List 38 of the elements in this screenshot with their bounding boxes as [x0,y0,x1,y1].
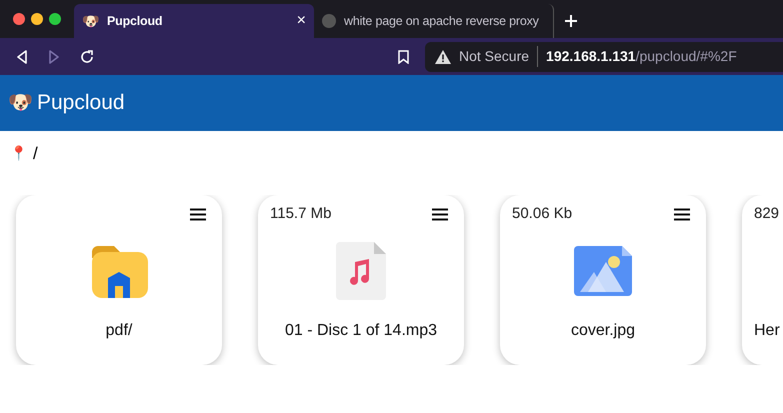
file-size: 115.7 Mb [270,204,332,224]
music-file-icon [336,242,386,300]
maximize-window-icon[interactable] [49,13,61,25]
file-card[interactable]: pdf/ [16,194,222,364]
menu-icon[interactable] [674,208,690,221]
new-tab-icon[interactable] [564,14,578,28]
close-tab-icon[interactable]: × [296,9,306,33]
file-name: cover.jpg [570,320,636,340]
pin-emoji: 📍 [10,144,27,164]
file-size: 829 [754,204,780,224]
back-icon[interactable] [16,50,28,64]
address-bar[interactable]: Not Secure 192.168.1.131/pupcloud/#%2F [425,42,783,72]
browser-tab[interactable]: 🐶 Pupcloud × [74,4,314,38]
file-name: 01 - Disc 1 of 14.mp3 [284,320,438,340]
logo-emoji: 🐶 [8,91,33,116]
reload-icon[interactable] [80,50,94,64]
bookmark-icon[interactable] [398,50,409,64]
file-card[interactable]: 829 Her [742,194,783,364]
tab-favicon: 🐶 [82,12,99,30]
file-size: 50.06 Kb [512,204,572,224]
app-title: Pupcloud [37,90,125,116]
security-label: Not Secure [459,46,538,67]
forward-icon[interactable] [48,50,60,64]
close-window-icon[interactable] [13,13,25,25]
file-card[interactable]: 50.06 Kb cover.jpg [500,194,706,364]
tab-title: Pupcloud [107,12,164,30]
breadcrumb-path[interactable]: / [33,141,38,166]
file-name: Her [754,320,781,340]
file-card[interactable]: 115.7 Mb 01 - Disc 1 of 14.mp3 [258,194,464,364]
image-file-icon [574,246,632,296]
file-name: pdf/ [104,320,134,340]
menu-icon[interactable] [190,208,206,221]
url-text: 192.168.1.131/pupcloud/#%2F [546,47,737,66]
warning-icon [435,50,451,64]
menu-icon[interactable] [432,208,448,221]
tab-title: white page on apache reverse proxy [344,12,540,30]
minimize-window-icon[interactable] [31,13,43,25]
tab-favicon-icon [322,14,336,28]
